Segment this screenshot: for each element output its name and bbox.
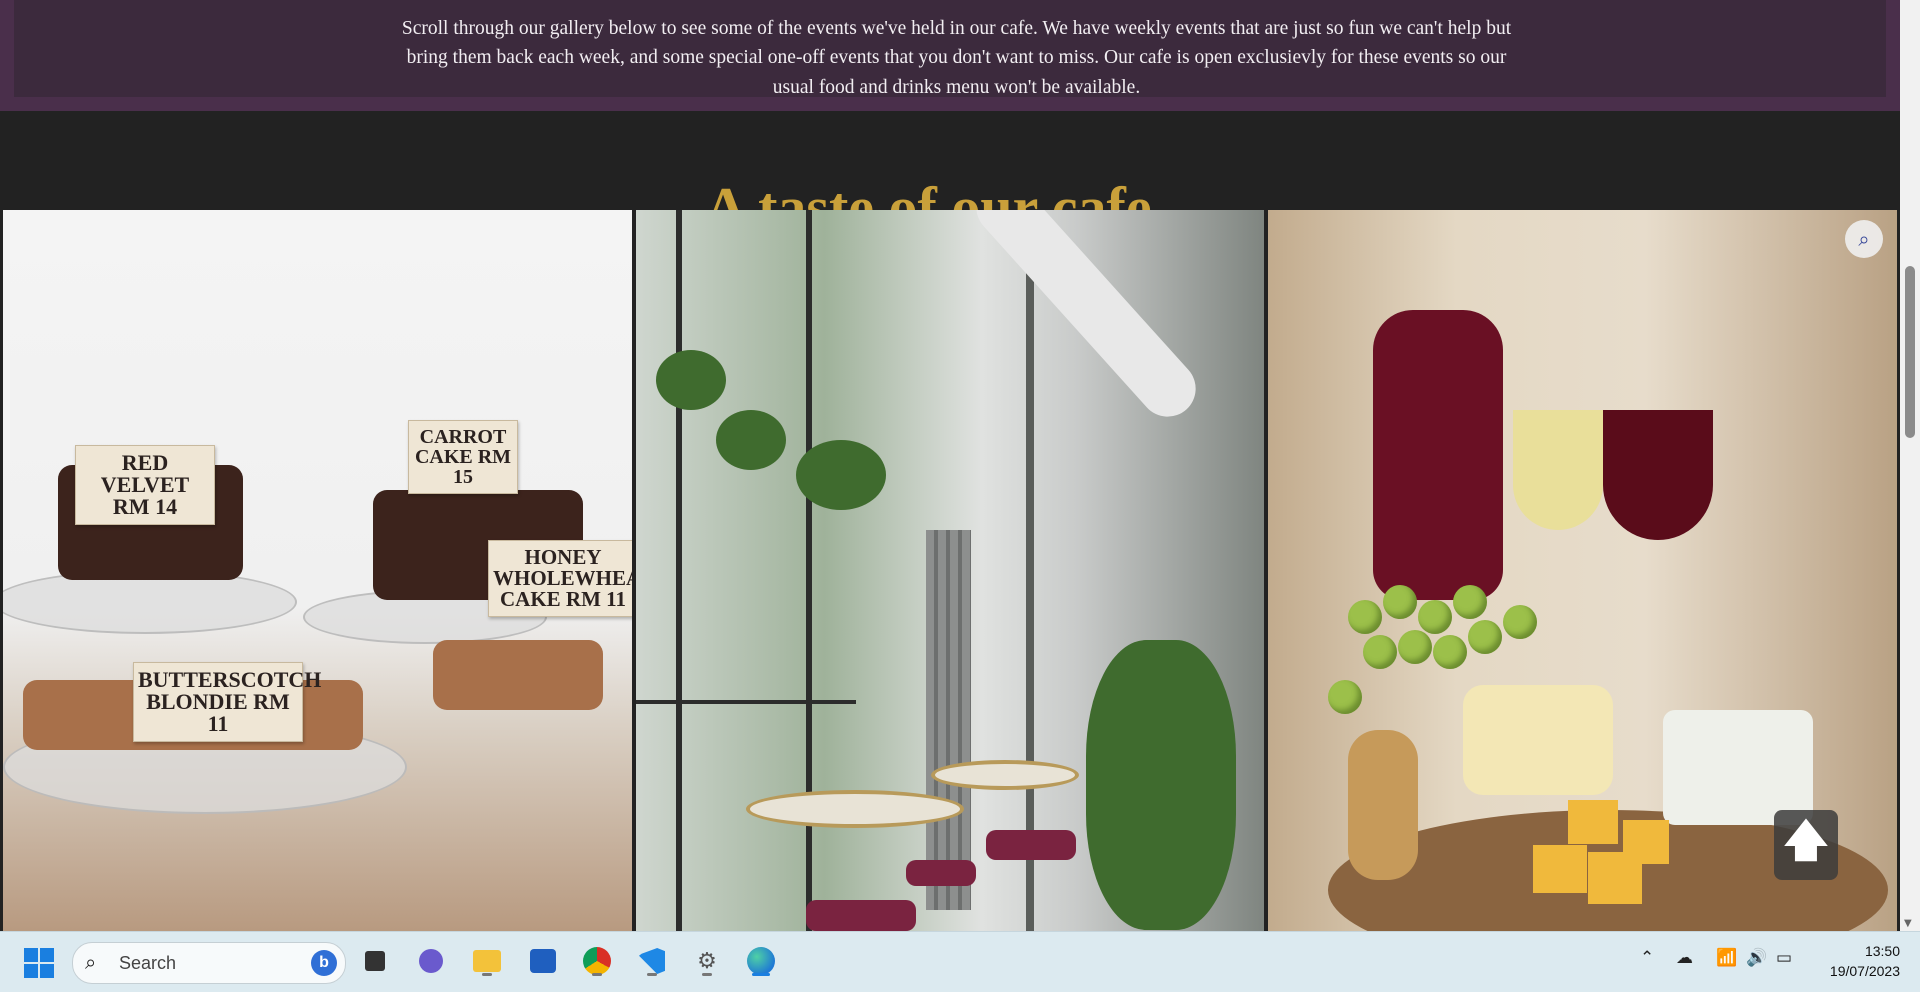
grape (1418, 600, 1453, 634)
onedrive-icon[interactable]: ☁ (1676, 948, 1693, 968)
grape (1348, 600, 1383, 634)
grape (1433, 635, 1468, 669)
cheese-cube (1533, 845, 1588, 893)
radiator (925, 530, 971, 910)
visual-search-icon[interactable]: ⌕ (1845, 220, 1884, 258)
bing-icon[interactable]: b (311, 950, 337, 976)
running-indicator (702, 973, 712, 976)
wall-edge (1025, 210, 1034, 931)
clock-date: 19/07/2023 (1829, 963, 1900, 979)
gallery-grid: RED VELVET RM 14 CARROT CAKE RM 15 HONEY… (3, 210, 1898, 931)
hanging-plant (655, 350, 726, 410)
settings-icon[interactable]: ⚙ (688, 942, 726, 980)
gallery-photo-interior[interactable] (635, 210, 1265, 931)
tag-red-velvet: RED VELVET RM 14 (75, 445, 215, 525)
chair (985, 830, 1076, 860)
honey-cake (433, 640, 603, 710)
events-section: Scroll through our gallery below to see … (0, 0, 1900, 111)
tag-carrot-cake: CARROT CAKE RM 15 (408, 420, 518, 494)
search-icon: ⌕ (85, 950, 97, 974)
cheese-cube (1568, 800, 1619, 844)
events-description: Scroll through our gallery below to see … (401, 17, 1512, 98)
ceiling-duct (964, 210, 1207, 429)
wine-carafe (1373, 310, 1504, 600)
chair (805, 900, 916, 931)
volume-icon[interactable]: 🔊 (1746, 948, 1767, 968)
window-frame (675, 210, 682, 931)
running-indicator (647, 973, 657, 976)
chrome-icon[interactable] (578, 942, 616, 980)
hanging-plant (715, 410, 786, 470)
grape (1328, 680, 1363, 714)
windows-start-icon[interactable] (24, 948, 54, 978)
chevron-up-icon[interactable]: ⌃ (1640, 948, 1654, 968)
grape (1383, 585, 1418, 619)
cafe-table (930, 760, 1079, 790)
teams-icon[interactable] (412, 942, 450, 980)
grape (1398, 630, 1433, 664)
browser-viewport: Scroll through our gallery below to see … (0, 0, 1900, 931)
cafe-table (745, 790, 964, 828)
clock-time: 13:50 (1864, 943, 1900, 959)
grape (1363, 635, 1398, 669)
grape (1503, 605, 1538, 639)
floor-plant (1085, 640, 1236, 930)
running-indicator (482, 973, 492, 976)
edge-icon[interactable] (742, 942, 780, 980)
cracker-stack (1348, 730, 1419, 880)
window-rail (635, 700, 856, 704)
tag-honey-cake: HONEY WHOLEWHEAT CAKE RM 11 (488, 540, 632, 617)
search-placeholder: Search (119, 953, 177, 973)
hanging-plant (795, 440, 886, 510)
chair (905, 860, 976, 886)
cheese-cube (1623, 820, 1670, 864)
events-panel: Scroll through our gallery below to see … (14, 0, 1886, 98)
store-icon[interactable] (524, 942, 562, 980)
gallery-photo-cakes[interactable]: RED VELVET RM 14 CARROT CAKE RM 15 HONEY… (3, 210, 632, 931)
tag-butterscotch: BUTTERSCOTCH BLONDIE RM 11 (133, 662, 321, 742)
taskbar-search[interactable]: ⌕ Search b (72, 942, 346, 984)
arrow-up-icon[interactable]: 🡅 (1774, 810, 1838, 880)
running-indicator (592, 973, 602, 976)
scroll-down-arrow-icon[interactable]: ▼ (1904, 918, 1912, 929)
page-scrollbar[interactable]: ▼ (1900, 0, 1920, 931)
battery-icon[interactable]: ▭ (1776, 948, 1792, 968)
windows-taskbar: ⌕ Search b ⚙ ⌃ ☁ 📶 🔊 ▭ 13:50 19/07/2023 (0, 931, 1920, 992)
wifi-icon[interactable]: 📶 (1716, 948, 1737, 968)
taskbar-clock[interactable]: 13:50 19/07/2023 (1830, 941, 1900, 981)
round-cheese (1463, 685, 1614, 795)
grape (1468, 620, 1503, 654)
file-explorer-icon[interactable] (468, 942, 506, 980)
task-view-icon[interactable] (356, 942, 394, 980)
white-wine-glass (1513, 410, 1604, 530)
scrollbar-thumb[interactable] (1905, 266, 1915, 438)
grape (1453, 585, 1488, 619)
vscode-icon[interactable] (633, 942, 671, 980)
active-indicator (752, 973, 770, 976)
red-wine-glass (1603, 410, 1714, 540)
